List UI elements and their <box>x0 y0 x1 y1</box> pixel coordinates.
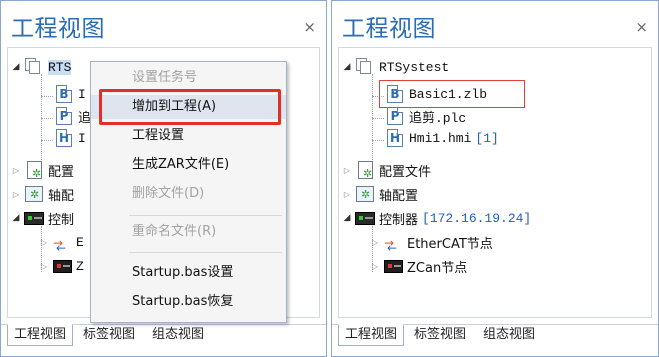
tree-node-ethercat[interactable]: ▷ → ← E <box>38 231 84 255</box>
ethercat-icon: → ← <box>384 236 398 255</box>
menu-item-generate-zar[interactable]: 生成ZAR文件(E) <box>91 153 286 177</box>
ethercat-icon: → ← <box>53 236 67 255</box>
tab-label-view[interactable]: 标签视图 <box>76 324 142 346</box>
left-view-tabs: 工程视图 标签视图 组态视图 <box>7 324 214 346</box>
plc-file-icon: P <box>54 106 74 126</box>
zcan-icon <box>383 256 403 276</box>
expand-arrow-icon[interactable]: ▷ <box>369 262 381 271</box>
tab-configuration-view[interactable]: 组态视图 <box>145 324 211 346</box>
menu-item-highlight-box <box>99 89 281 125</box>
tree-node-ethercat[interactable]: ▷ → ← EtherCAT节点 <box>369 231 493 255</box>
tree-node-zcan[interactable]: ▷ Z <box>38 255 84 277</box>
tab-configuration-view[interactable]: 组态视图 <box>476 324 542 346</box>
right-panel-title: 工程视图 <box>342 16 436 42</box>
tree-node-label: ZCan节点 <box>407 260 468 276</box>
tree-node-label: Hmi1.hmi <box>409 130 472 146</box>
menu-separator <box>129 252 282 253</box>
tab-label-view[interactable]: 标签视图 <box>407 324 473 346</box>
menu-item-rename-file[interactable]: 重命名文件(R) <box>91 220 286 244</box>
tree-node-label: 控制器 <box>379 212 419 228</box>
tree-node-label: 控制 <box>48 212 75 228</box>
tree-node-basic-file[interactable]: B I <box>52 83 86 105</box>
project-icon <box>24 57 44 77</box>
tree-node-axis-config[interactable]: ▷ ✲ 轴配 <box>10 183 74 205</box>
menu-item-project-settings[interactable]: 工程设置 <box>91 124 286 148</box>
collapse-arrow-icon[interactable]: ◢ <box>10 62 22 72</box>
expand-arrow-icon[interactable]: ▷ <box>341 190 353 199</box>
tree-node-hmi-file[interactable]: H I <box>52 127 86 149</box>
menu-separator <box>129 215 282 216</box>
hmi-file-icon: H <box>54 128 74 148</box>
right-project-view-panel: 工程视图 × ◢ RTSystest B Basic1.zlb P 追剪.plc… <box>331 0 659 357</box>
expand-arrow-icon[interactable]: ▷ <box>38 262 50 271</box>
tree-connector <box>372 74 373 164</box>
left-close-icon[interactable]: × <box>303 18 316 36</box>
expand-arrow-icon[interactable]: ▷ <box>369 238 381 247</box>
tree-node-plc-file[interactable]: P 追 <box>52 105 91 127</box>
tree-node-zcan[interactable]: ▷ ZCan节点 <box>369 255 467 277</box>
tree-node-label: E <box>76 234 84 250</box>
controller-icon <box>355 208 375 228</box>
collapse-arrow-icon[interactable]: ◢ <box>341 62 353 72</box>
tree-node-plc-file[interactable]: P 追剪.plc <box>383 105 466 127</box>
tree-node-label: 追剪.plc <box>409 110 467 126</box>
tree-node-label: RTSystest <box>379 59 450 75</box>
expand-arrow-icon[interactable]: ▷ <box>341 166 353 175</box>
menu-item-startup-restore[interactable]: Startup.bas恢复 <box>91 290 286 314</box>
collapse-arrow-icon[interactable]: ◢ <box>10 213 22 223</box>
tree-connector <box>41 74 42 164</box>
tree-node-label: Z <box>76 258 84 274</box>
left-project-view-panel: 工程视图 × ◢ RTS B I P 追 H I ▷ ✲ 配置 ▷ ✲ 轴配 ◢… <box>0 0 327 357</box>
controller-icon <box>24 208 44 228</box>
menu-item-set-task-number[interactable]: 设置任务号 <box>91 66 286 90</box>
tab-project-view[interactable]: 工程视图 <box>338 324 405 346</box>
tree-node-config[interactable]: ▷ ✲ 配置文件 <box>341 159 431 181</box>
tree-node-label: 配置 <box>48 164 75 180</box>
tree-node-label: RTS <box>48 59 72 75</box>
plc-file-icon: P <box>385 106 405 126</box>
config-file-icon: ✲ <box>24 160 44 180</box>
tree-node-label: 配置文件 <box>379 164 432 180</box>
tree-node-project[interactable]: ◢ RTS <box>10 56 72 78</box>
menu-item-startup-settings[interactable]: Startup.bas设置 <box>91 261 286 285</box>
tree-node-controller[interactable]: ◢ 控制 <box>10 207 74 229</box>
tree-node-project[interactable]: ◢ RTSystest <box>341 56 449 78</box>
tree-node-controller[interactable]: ◢ 控制器 [172.16.19.24] <box>341 207 532 229</box>
tree-node-label: 轴配置 <box>379 188 419 204</box>
tree-node-axis-config[interactable]: ▷ ✲ 轴配置 <box>341 183 418 205</box>
axis-config-icon: ✲ <box>24 184 44 204</box>
tree-node-label: I <box>78 130 86 146</box>
tree-node-label: 轴配 <box>48 188 75 204</box>
expand-arrow-icon[interactable]: ▷ <box>38 238 50 247</box>
hmi-index-tag: [1] <box>475 130 499 146</box>
right-project-tree: ◢ RTSystest B Basic1.zlb P 追剪.plc H Hmi1… <box>338 47 652 318</box>
tab-project-view[interactable]: 工程视图 <box>7 324 74 346</box>
new-file-highlight-box <box>379 80 525 108</box>
axis-config-icon: ✲ <box>355 184 375 204</box>
expand-arrow-icon[interactable]: ▷ <box>10 190 22 199</box>
right-close-icon[interactable]: × <box>635 18 648 36</box>
tree-node-config[interactable]: ▷ ✲ 配置 <box>10 159 74 181</box>
zcan-icon <box>52 256 72 276</box>
project-icon <box>355 57 375 77</box>
left-panel-title: 工程视图 <box>11 16 105 42</box>
basic-file-icon: B <box>54 84 74 104</box>
right-view-tabs: 工程视图 标签视图 组态视图 <box>338 324 545 346</box>
tree-node-label: I <box>78 86 86 102</box>
config-file-icon: ✲ <box>355 160 375 180</box>
tree-node-label: EtherCAT节点 <box>407 236 493 252</box>
hmi-file-icon: H <box>385 128 405 148</box>
menu-item-delete-file[interactable]: 删除文件(D) <box>91 182 286 206</box>
expand-arrow-icon[interactable]: ▷ <box>10 166 22 175</box>
collapse-arrow-icon[interactable]: ◢ <box>341 213 353 223</box>
controller-ip-address: [172.16.19.24] <box>422 210 532 226</box>
tree-node-hmi-file[interactable]: H Hmi1.hmi [1] <box>383 127 499 149</box>
